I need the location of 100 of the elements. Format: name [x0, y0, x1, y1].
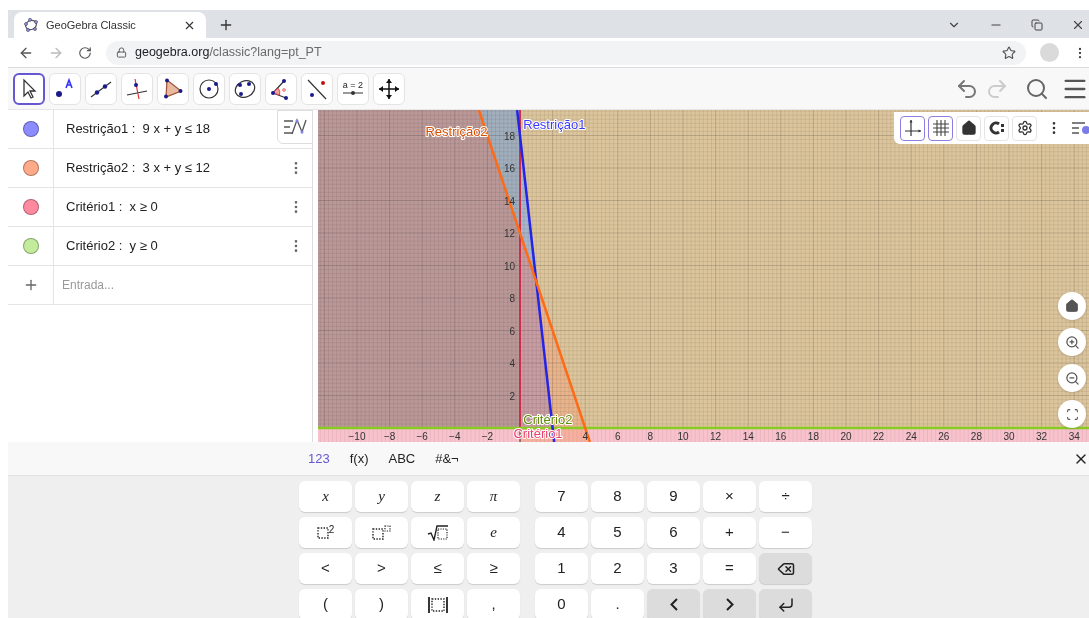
- keyboard-key[interactable]: .: [591, 589, 644, 618]
- tool-button[interactable]: [13, 72, 45, 105]
- keyboard-key[interactable]: 8: [591, 481, 644, 512]
- axis-label: 14: [742, 431, 754, 442]
- keyboard-key[interactable]: ≥: [467, 553, 520, 584]
- axis-label: 8: [509, 293, 515, 304]
- axis-label: 12: [503, 228, 515, 239]
- keyboard-key[interactable]: π: [467, 481, 520, 512]
- axis-label: 4: [509, 358, 515, 369]
- search-icon[interactable]: [1025, 76, 1049, 101]
- keyboard-key[interactable]: ≤: [411, 553, 464, 584]
- algebra-entry[interactable]: Restrição1 : 9 x + y ≤ 18: [54, 119, 277, 139]
- algebra-entry[interactable]: Critério2 : y ≥ 0: [54, 236, 288, 256]
- keyboard-key[interactable]: (: [299, 589, 352, 618]
- keyboard-key[interactable]: >: [355, 553, 408, 584]
- keyboard-key[interactable]: <: [299, 553, 352, 584]
- axis-label: 10: [677, 431, 689, 442]
- axis-label: 6: [615, 431, 621, 442]
- style-bar-toggle-icon[interactable]: [1071, 120, 1089, 136]
- keyboard-tab[interactable]: ABC: [388, 448, 416, 469]
- algebra-entry[interactable]: Restrição2 : 3 x + y ≤ 12: [54, 158, 288, 178]
- keyboard-key[interactable]: 6: [647, 517, 700, 548]
- grid-toggle[interactable]: [928, 115, 953, 141]
- keyboard-key[interactable]: e: [467, 517, 520, 548]
- close-icon[interactable]: [1071, 18, 1085, 32]
- zoom-in-icon: [1064, 334, 1080, 350]
- new-tab-icon[interactable]: [218, 17, 234, 33]
- keyboard-key[interactable]: =: [703, 553, 756, 584]
- keyboard-key[interactable]: 3: [647, 553, 700, 584]
- square-root-icon: [426, 524, 449, 541]
- keyboard-key[interactable]: 2: [299, 517, 352, 548]
- geogebra-logo-icon: [24, 18, 38, 32]
- keyboard-key[interactable]: [759, 589, 812, 618]
- keyboard-key[interactable]: [411, 517, 464, 548]
- url-text: geogebra.org/classic?lang=pt_PT: [135, 44, 323, 62]
- axis-label: −10: [348, 431, 366, 442]
- keyboard-key[interactable]: z: [411, 481, 464, 512]
- power-icon: [371, 524, 392, 541]
- lock-icon: [116, 47, 127, 58]
- keyboard-key[interactable]: [411, 589, 464, 618]
- tool-button[interactable]: a = 2: [337, 72, 369, 105]
- algebra-entry[interactable]: Critério1 : x ≥ 0: [54, 197, 288, 217]
- axis-label: 30: [1003, 431, 1015, 442]
- algebra-style-button[interactable]: [277, 110, 313, 144]
- zoom-out-icon: [1064, 370, 1080, 386]
- axes-toggle[interactable]: [900, 115, 925, 141]
- input-field[interactable]: Entrada...: [62, 270, 312, 300]
- axis-label: 2: [509, 390, 515, 402]
- keyboard-key[interactable]: ×: [703, 481, 756, 512]
- keyboard-key[interactable]: ÷: [759, 481, 812, 512]
- point-capturing-button[interactable]: [984, 115, 1009, 141]
- axis-label: 22: [873, 431, 885, 442]
- keyboard-key[interactable]: −: [759, 517, 812, 548]
- fullscreen-icon: [1065, 407, 1079, 421]
- restore-icon[interactable]: [1031, 19, 1043, 31]
- keyboard-key[interactable]: x: [299, 481, 352, 512]
- keyboard-tab[interactable]: #&¬: [435, 448, 459, 469]
- absolute-value-icon: [426, 595, 449, 614]
- settings-button[interactable]: [1012, 115, 1037, 141]
- home-icon: [1065, 299, 1079, 313]
- browser-tab[interactable]: GeoGebra Classic: [14, 12, 206, 38]
- keyboard-key[interactable]: 5: [591, 517, 644, 548]
- axis-label: 16: [775, 431, 787, 442]
- address-field[interactable]: geogebra.org/classic?lang=pt_PT: [106, 40, 1026, 65]
- keyboard-key[interactable]: 1: [535, 553, 588, 584]
- polygon-icon: [161, 76, 185, 101]
- keyboard-key[interactable]: 7: [535, 481, 588, 512]
- keyboard-key[interactable]: ,: [467, 589, 520, 618]
- keyboard-key[interactable]: 2: [591, 553, 644, 584]
- axis-label: −2: [481, 431, 494, 442]
- reload-icon[interactable]: [78, 45, 92, 60]
- home-icon: [960, 120, 977, 136]
- axes-icon: [903, 119, 922, 137]
- keyboard-key[interactable]: 0: [535, 589, 588, 618]
- keyboard-key[interactable]: 9: [647, 481, 700, 512]
- capture-icon: [987, 121, 1006, 135]
- axis-label: 6: [509, 325, 515, 337]
- axis-label: −8: [383, 431, 396, 442]
- chevron-left-icon: [669, 598, 678, 611]
- settings-icon: [1016, 120, 1033, 136]
- tab-title: GeoGebra Classic: [46, 17, 137, 33]
- grid-icon: [931, 119, 950, 137]
- keyboard-key[interactable]: 4: [535, 517, 588, 548]
- axis-label: 28: [970, 431, 982, 442]
- axis-label: 18: [807, 431, 819, 442]
- axis-label: −4: [449, 431, 461, 442]
- keyboard-key[interactable]: ): [355, 589, 408, 618]
- axis-label: 20: [840, 431, 852, 442]
- keyboard-key[interactable]: +: [703, 517, 756, 548]
- axis-label: 12: [710, 431, 722, 442]
- axis-label: 34: [1068, 431, 1080, 442]
- chevron-right-icon: [725, 598, 734, 611]
- keyboard-key[interactable]: [759, 553, 812, 584]
- axis-label: 10: [503, 260, 515, 272]
- axis-label: 16: [503, 163, 515, 174]
- keyboard-key[interactable]: y: [355, 481, 408, 512]
- standard-view-button[interactable]: [956, 115, 981, 141]
- bookmark-star-icon[interactable]: [1002, 45, 1016, 60]
- keyboard-tab[interactable]: f(x): [349, 448, 369, 469]
- keyboard-tab[interactable]: 123: [308, 448, 330, 469]
